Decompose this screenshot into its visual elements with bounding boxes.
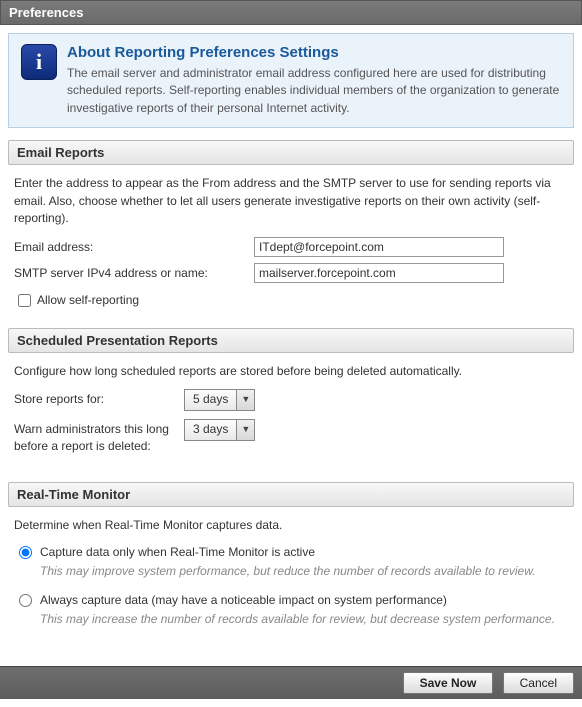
email-address-label: Email address: [14,239,254,256]
capture-option-text: Always capture data (may have a noticeab… [40,592,568,628]
section-header-scheduled: Scheduled Presentation Reports [8,328,574,353]
smtp-label: SMTP server IPv4 address or name: [14,265,254,282]
store-row: Store reports for: 5 days ▼ [14,389,568,411]
realtime-intro: Determine when Real-Time Monitor capture… [14,517,568,534]
capture-radio-active-only[interactable] [19,546,32,559]
content-area: i About Reporting Preferences Settings T… [0,25,582,666]
scheduled-intro: Configure how long scheduled reports are… [14,363,568,380]
warn-row: Warn administrators this long before a r… [14,419,568,456]
smtp-row: SMTP server IPv4 address or name: [14,263,568,283]
chevron-down-icon: ▼ [236,420,254,440]
warn-dropdown[interactable]: 3 days ▼ [184,419,255,441]
selfreport-label: Allow self-reporting [37,292,139,309]
window-titlebar: Preferences [0,0,582,25]
capture-opt1-desc: This may improve system performance, but… [40,563,568,580]
email-intro: Enter the address to appear as the From … [14,175,568,227]
capture-radio-group: Capture data only when Real-Time Monitor… [14,544,568,628]
capture-option-text: Capture data only when Real-Time Monitor… [40,544,568,580]
capture-option-always: Always capture data (may have a noticeab… [14,592,568,628]
section-scheduled: Scheduled Presentation Reports Configure… [8,328,574,467]
section-body-scheduled: Configure how long scheduled reports are… [8,353,574,467]
warn-dropdown-value: 3 days [185,420,236,440]
store-dropdown[interactable]: 5 days ▼ [184,389,255,411]
about-text: About Reporting Preferences Settings The… [67,44,561,117]
capture-opt2-label: Always capture data (may have a noticeab… [40,592,568,609]
store-dropdown-value: 5 days [185,390,236,410]
selfreport-row: Allow self-reporting [14,291,568,310]
warn-label: Warn administrators this long before a r… [14,419,184,456]
section-header-email: Email Reports [8,140,574,165]
email-address-input[interactable] [254,237,504,257]
capture-radio-always[interactable] [19,594,32,607]
capture-option-active-only: Capture data only when Real-Time Monitor… [14,544,568,580]
capture-opt1-label: Capture data only when Real-Time Monitor… [40,544,568,561]
chevron-down-icon: ▼ [236,390,254,410]
about-body: The email server and administrator email… [67,65,561,117]
capture-opt2-desc: This may increase the number of records … [40,611,568,628]
button-bar: Save Now Cancel [0,666,582,699]
store-label: Store reports for: [14,389,184,408]
smtp-input[interactable] [254,263,504,283]
window-title: Preferences [9,5,83,20]
cancel-button[interactable]: Cancel [503,672,574,694]
section-header-realtime: Real-Time Monitor [8,482,574,507]
email-address-row: Email address: [14,237,568,257]
save-button[interactable]: Save Now [403,672,494,694]
section-realtime: Real-Time Monitor Determine when Real-Ti… [8,482,574,645]
about-box: i About Reporting Preferences Settings T… [8,33,574,128]
selfreport-checkbox[interactable] [18,294,31,307]
about-title: About Reporting Preferences Settings [67,44,561,61]
section-email-reports: Email Reports Enter the address to appea… [8,140,574,314]
section-body-email: Enter the address to appear as the From … [8,165,574,314]
info-icon: i [21,44,57,80]
section-body-realtime: Determine when Real-Time Monitor capture… [8,507,574,645]
